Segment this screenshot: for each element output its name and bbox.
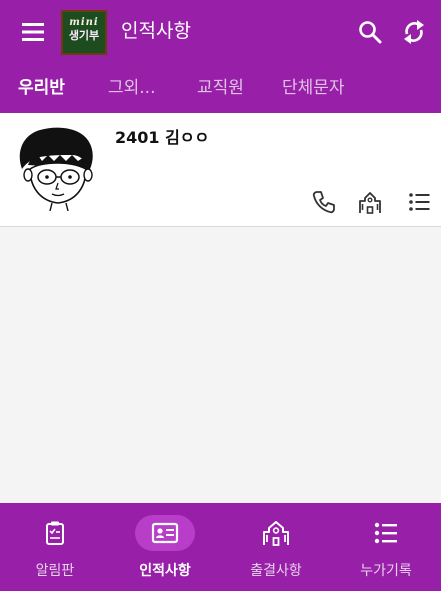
sync-button[interactable] bbox=[400, 17, 428, 47]
tab-bar: 우리반 그외... 교직원 단체문자 bbox=[0, 62, 441, 113]
records-button[interactable] bbox=[406, 189, 432, 215]
search-icon bbox=[359, 21, 382, 44]
student-name: 2401 김ㅇㅇ bbox=[115, 128, 210, 147]
list-icon bbox=[374, 522, 397, 544]
tab-group-message[interactable]: 단체문자 bbox=[282, 76, 345, 100]
nav-notice-board[interactable]: 알림판 bbox=[0, 503, 110, 591]
list-icon bbox=[409, 193, 430, 211]
call-button[interactable] bbox=[311, 189, 337, 215]
avatar bbox=[14, 125, 100, 212]
tab-others[interactable]: 그외... bbox=[108, 76, 156, 100]
bottom-navigation: 알림판 인적사항 출결사항 누가기록 bbox=[0, 503, 441, 591]
phone-icon bbox=[312, 191, 335, 214]
nav-attendance[interactable]: 출결사항 bbox=[221, 503, 331, 591]
app-logo: mini 생기부 bbox=[61, 10, 107, 55]
clipboard-icon bbox=[46, 521, 64, 545]
school-icon bbox=[359, 192, 381, 214]
hamburger-icon bbox=[22, 23, 44, 41]
school-clock-icon bbox=[263, 521, 289, 546]
top-bar: mini 생기부 인적사항 우리반 그외... 교직원 단체문자 bbox=[0, 0, 441, 113]
tab-staff[interactable]: 교직원 bbox=[197, 76, 244, 100]
tab-our-class[interactable]: 우리반 bbox=[18, 76, 65, 100]
list-item[interactable]: 2401 김ㅇㅇ bbox=[0, 113, 441, 227]
page-title: 인적사항 bbox=[121, 20, 191, 42]
app-bar: mini 생기부 인적사항 bbox=[0, 0, 441, 62]
sync-icon bbox=[404, 20, 424, 44]
menu-button[interactable] bbox=[16, 18, 50, 46]
student-list: 2401 김ㅇㅇ bbox=[0, 113, 441, 503]
search-button[interactable] bbox=[356, 18, 384, 46]
id-card-icon bbox=[151, 522, 179, 544]
nav-personal-info[interactable]: 인적사항 bbox=[110, 503, 220, 591]
school-info-button[interactable] bbox=[357, 189, 383, 215]
nav-cumulative-records[interactable]: 누가기록 bbox=[331, 503, 441, 591]
